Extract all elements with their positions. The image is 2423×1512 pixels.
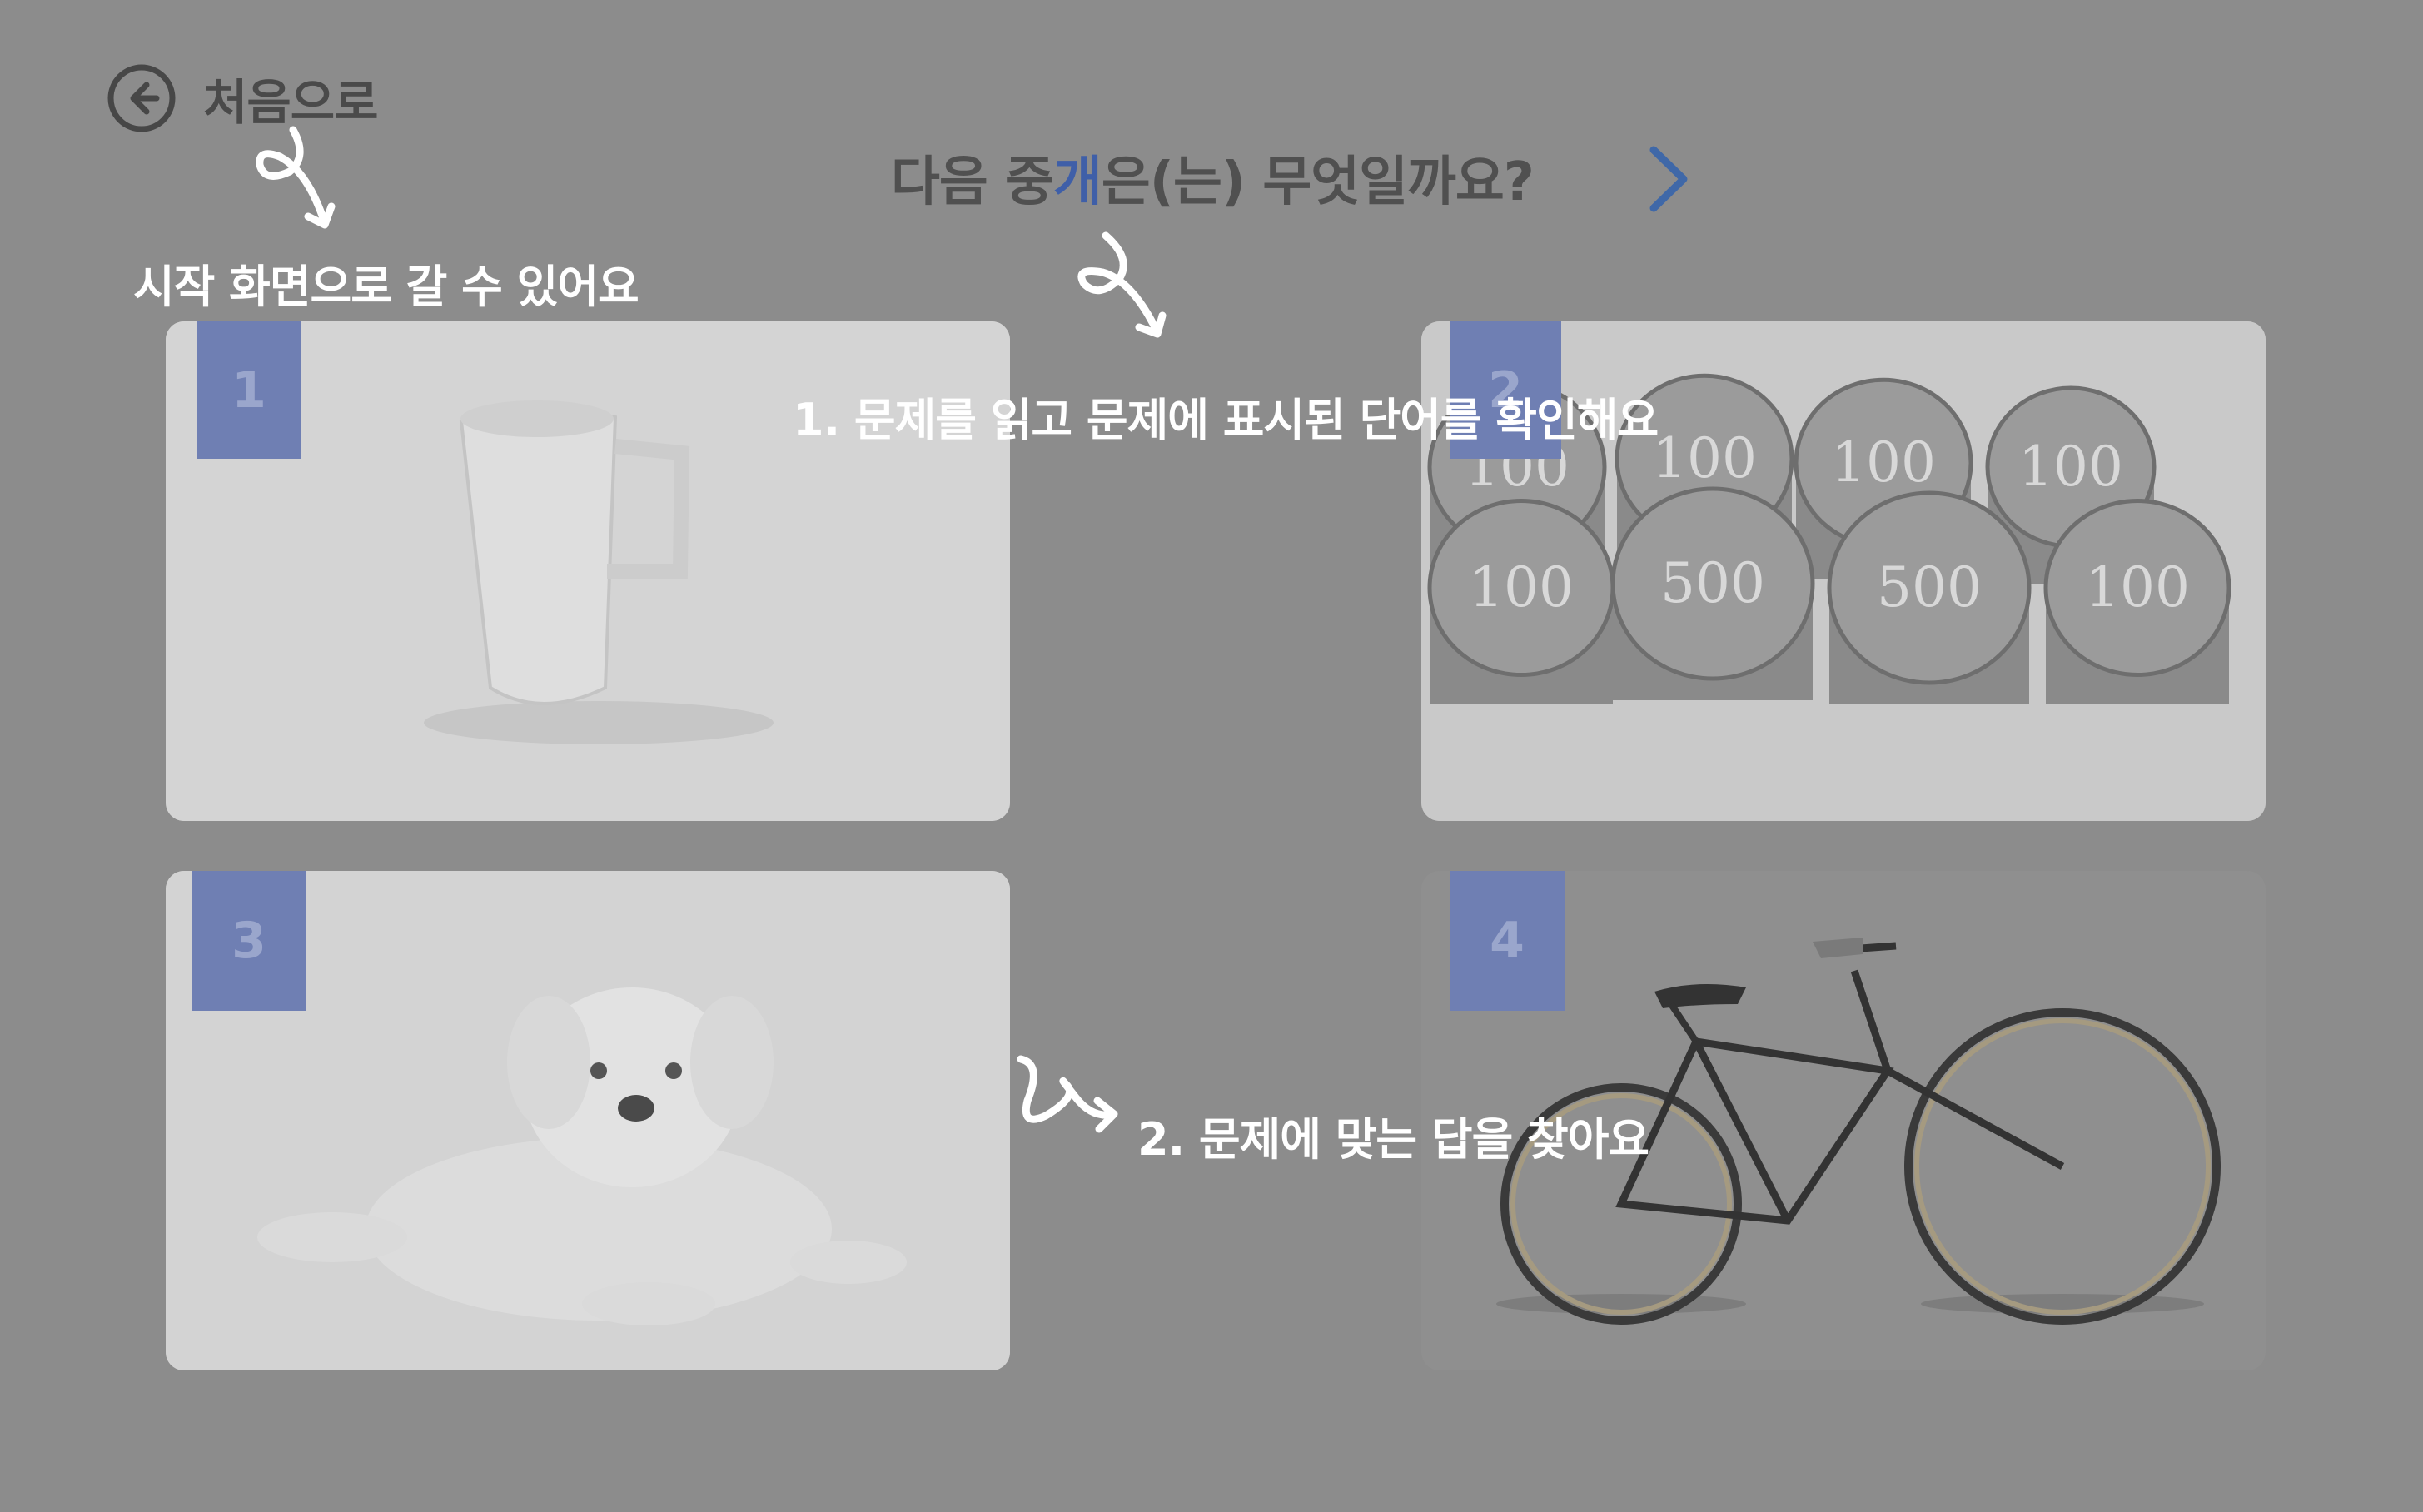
coin-label: 100 xyxy=(1831,430,1936,495)
coin-label: 500 xyxy=(1660,551,1765,615)
question-target-word: 개 xyxy=(1052,152,1102,213)
step1-tip: 1. 문제를 읽고 문제에 표시된 단어를 확인해요 xyxy=(793,394,1659,446)
home-tip: 시작 화면으로 갈 수 있어요 xyxy=(133,261,639,313)
option-number-badge: 1 xyxy=(197,321,301,459)
option-number-badge: 4 xyxy=(1450,871,1565,1011)
chevron-right-icon[interactable] xyxy=(1642,142,1695,216)
curly-arrow-icon xyxy=(1077,231,1167,338)
coin-label: 100 xyxy=(1652,426,1757,490)
coin-label: 100 xyxy=(1469,555,1574,619)
quiz-screen: 처음으로 다음 중 개 은(는) 무엇일까요? 1 100 100 100 100 100… xyxy=(0,0,2423,1512)
step2-tip: 2. 문제에 맞는 답을 찾아요 xyxy=(1137,1113,1649,1166)
coin-label: 100 xyxy=(2085,555,2190,619)
curly-arrow-icon xyxy=(1017,1055,1118,1133)
coin-label: 500 xyxy=(1877,555,1982,619)
question-prefix: 다음 중 xyxy=(891,152,1054,213)
answer-option-3[interactable]: 3 xyxy=(166,871,1010,1370)
curly-arrow-icon xyxy=(256,126,336,229)
coin-label: 100 xyxy=(2018,435,2123,499)
arrow-left-circle-icon xyxy=(107,64,176,132)
question-text: 다음 중 개 은(는) 무엇일까요? xyxy=(891,140,1535,215)
question-suffix: 은(는) 무엇일까요? xyxy=(1101,152,1535,213)
option-number-badge: 3 xyxy=(192,871,306,1011)
